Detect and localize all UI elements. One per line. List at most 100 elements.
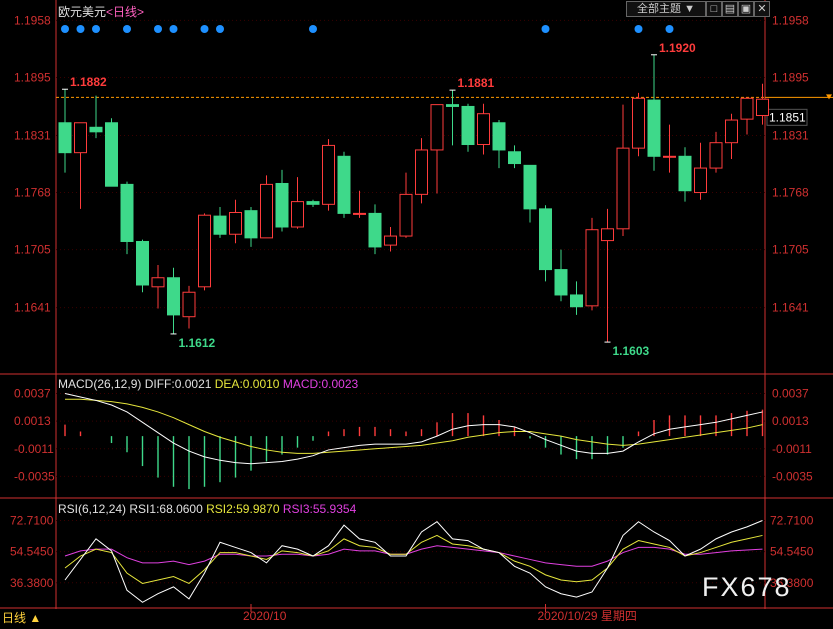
period-selector[interactable]: 日线 ▲ (2, 609, 41, 626)
rsi3-label: RSI3:55.9354 (282, 502, 357, 516)
close-button[interactable]: ✕ (754, 1, 770, 17)
event-dot (200, 25, 209, 33)
rsi2-label: RSI2:59.9870 (206, 502, 280, 516)
candle-body (399, 193, 413, 237)
period-label: <日线> (106, 5, 145, 19)
candle-body (198, 214, 211, 288)
rsi-axis-label-left: 36.3800 (10, 576, 54, 590)
candle-body (430, 104, 444, 151)
macd-legend: MACD(26,12,9) DIFF:0.0021 DEA:0.0010 MAC… (58, 377, 358, 391)
rsi-axis-label-right: 54.5450 (770, 545, 814, 559)
price-axis-label-right: 1.1641 (772, 301, 809, 315)
price-axis-label-right: 1.1895 (772, 70, 809, 84)
candle-body (570, 294, 583, 308)
candle-body (523, 164, 537, 210)
triangle-up-icon: ▲ (29, 611, 42, 625)
candle-body (663, 155, 676, 158)
macd-diff-line (64, 393, 763, 465)
layout-button[interactable]: ▤ (722, 1, 738, 17)
chart-stage: 1.1958 1.1958 1.1895 1.1895 1.1831 1.1831 1.17… (0, 0, 833, 626)
price-axis-label-left: 1.1768 (14, 186, 51, 200)
candle-body (58, 122, 72, 154)
price-axis-label-left: 1.1958 (14, 13, 51, 27)
price-axis-label-right: 1.1705 (772, 243, 809, 257)
candle-body (353, 212, 366, 215)
event-dot (92, 25, 100, 33)
candle-body (167, 277, 180, 316)
candle-body (105, 122, 118, 187)
last-price-label: 1.1851 (769, 110, 806, 124)
chevron-down-icon: ▼ (684, 3, 695, 15)
price-axis-label-left: 1.1831 (14, 128, 51, 142)
price-annotation: 1.1920 (659, 41, 696, 55)
event-dot (541, 25, 550, 33)
maximize-icon: ▣ (740, 3, 752, 15)
candle-body (446, 104, 459, 107)
candle-body (291, 201, 304, 228)
theme-dropdown-label: 全部主题 (637, 3, 682, 15)
rsi-axis-label-right: 72.7100 (770, 513, 814, 527)
candle-body (229, 211, 242, 235)
price-annotation: 1.1882 (70, 75, 107, 89)
candle-body (244, 210, 258, 239)
rsi-title: RSI(6,12,24) (58, 502, 127, 516)
layout-icon: ▤ (724, 3, 736, 15)
price-axis-label-right: 1.1831 (772, 128, 809, 142)
candle-body (120, 183, 134, 242)
symbol-name: 欧元美元 (58, 5, 107, 19)
theme-dropdown-button[interactable]: 全部主题 ▼ (626, 1, 706, 17)
event-dot (665, 25, 674, 33)
candle-body (492, 122, 506, 151)
candle-body (74, 122, 87, 154)
candle-body (384, 235, 397, 246)
candle-body (461, 105, 475, 146)
macd-diff-label: DIFF:0.0021 (144, 377, 212, 391)
event-dot (634, 25, 643, 33)
macd-axis-label-left: 0.0013 (14, 414, 51, 428)
date-axis-label: 2020/10 (243, 609, 287, 623)
candle-body (89, 126, 103, 133)
candle-body (694, 167, 707, 194)
candle-body (415, 149, 428, 195)
price-axis-label-left: 1.1895 (14, 70, 51, 84)
event-dot (76, 25, 85, 33)
candle-body (136, 240, 149, 286)
candle-body (368, 212, 382, 248)
event-dot (123, 25, 131, 33)
candle-body (275, 182, 289, 228)
candle-body (477, 113, 490, 146)
price-axis-label-right: 1.1768 (772, 186, 809, 200)
price-axis-label-left: 1.1705 (14, 243, 51, 257)
rsi-axis-label-left: 72.7100 (10, 513, 54, 527)
candle-body (756, 98, 769, 117)
event-dot (154, 25, 162, 33)
macd-dea-line (65, 398, 763, 454)
maximize-button[interactable]: ▣ (738, 1, 754, 17)
window-restore-button[interactable]: □ (706, 1, 722, 17)
macd-axis-label-right: 0.0013 (772, 414, 809, 428)
candle-body (322, 144, 335, 205)
watermark-logo: FX678 (702, 572, 792, 602)
event-dot (309, 25, 317, 33)
restore-icon: □ (710, 3, 718, 15)
candle-body (709, 142, 723, 169)
rsi2-line (64, 534, 763, 585)
period-selector-label: 日线 (2, 611, 27, 625)
price-annotation: 1.1603 (613, 344, 650, 358)
price-annotation: 1.1881 (458, 76, 495, 90)
symbol-title: 欧元美元<日线> (58, 3, 144, 20)
rsi-legend: RSI(6,12,24) RSI1:68.0600 RSI2:59.9870 R… (58, 502, 356, 516)
macd-axis-label-right: 0.0037 (772, 387, 809, 401)
candle-body (337, 155, 351, 214)
candle-body (151, 277, 165, 288)
candle-body (539, 208, 552, 271)
event-dot (169, 25, 178, 33)
candle-body (616, 147, 630, 230)
chart-canvas: 1.1958 1.1958 1.1895 1.1895 1.1831 1.1831 1.17… (0, 0, 833, 623)
close-icon: ✕ (757, 3, 767, 15)
candle-body (554, 269, 568, 296)
macd-axis-label-left: -0.0011 (14, 442, 54, 456)
candle-body (601, 228, 614, 242)
candle-body (678, 155, 692, 192)
candle-body (632, 97, 645, 149)
